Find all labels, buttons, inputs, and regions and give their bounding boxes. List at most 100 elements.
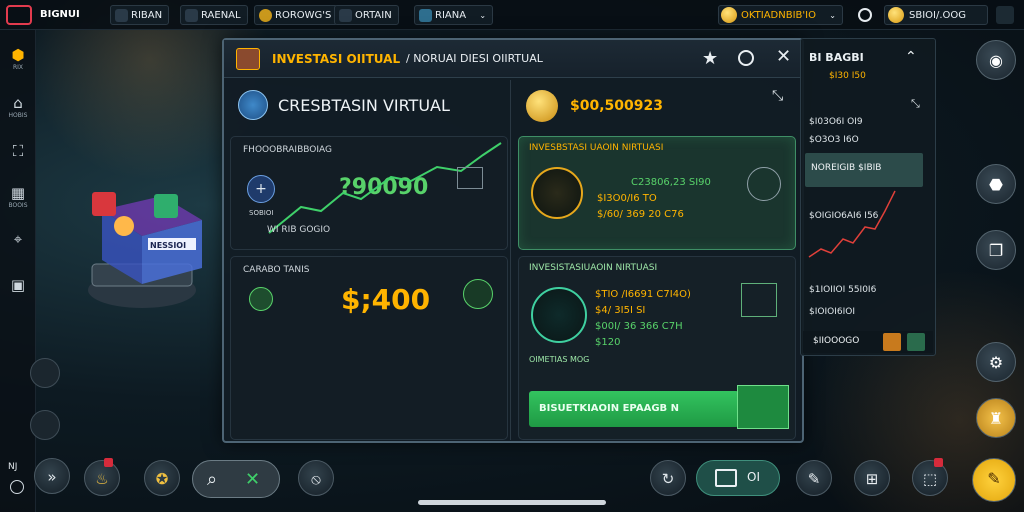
cube-illustration: NESSIOI <box>88 192 202 308</box>
clock-icon[interactable] <box>858 8 872 22</box>
bottom-item-3[interactable]: ⦸ <box>298 460 334 496</box>
fire-icon: ♨ <box>95 470 109 488</box>
side-row-4: $1IOIIOI 55I0I6 <box>809 285 877 295</box>
collapse-icon[interactable]: ⤡ <box>772 88 783 104</box>
topbar-item-riban[interactable]: RIBAN <box>110 5 170 25</box>
rail-item-wallet[interactable]: ▣ <box>6 276 30 306</box>
shield-small-button[interactable] <box>30 358 60 388</box>
side-trend-line <box>808 190 896 258</box>
bottom-item-4[interactable]: ↻ <box>650 460 686 496</box>
bottom-item-1[interactable]: ♨ <box>84 460 120 496</box>
invest-card-2-row-1: $TIO /I6691 C7I4O) <box>595 289 691 300</box>
cash-stack-icon <box>737 385 789 429</box>
lock-small-button[interactable] <box>30 410 60 440</box>
star-icon[interactable]: ★ <box>702 48 718 69</box>
topbar-item-raenal[interactable]: RAENAL <box>180 5 248 25</box>
side-highlight-row[interactable]: NOREIGIB $IBIB <box>805 153 923 187</box>
growth-card[interactable]: FHOOOBRAIBBOIAG + SOBIOI ?90090 WI RIB G… <box>230 136 508 250</box>
bottom-item-2[interactable]: ✪ <box>144 460 180 496</box>
rail-item-store[interactable]: ▦ BOOIS <box>6 184 30 214</box>
settings-button[interactable]: ⚙ <box>976 342 1016 382</box>
boost-icon[interactable] <box>883 333 901 351</box>
gems-display[interactable]: SBIOI/.OOG <box>884 5 988 25</box>
grid-icon <box>185 9 198 22</box>
topbar-item-ortain[interactable]: ORTAIN <box>334 5 399 25</box>
total-card-label: CARABO TANIS <box>243 265 310 275</box>
left-rail: ⬢ RIX ⌂ HOBIS ⛶ ▦ BOOIS ⌖ ▣ NJ <box>0 30 36 512</box>
expand-icon: ⛶ <box>12 142 24 160</box>
camera-button[interactable]: ◉ <box>976 40 1016 80</box>
gem-coin-icon <box>888 7 904 23</box>
topbar-item-riana[interactable]: RIANA ⌄ <box>414 5 494 25</box>
chevrons-icon: » <box>47 468 57 486</box>
cube-label: NESSIOI <box>150 241 186 250</box>
wallet-icon: ▣ <box>10 276 26 294</box>
top-bar: BIGNUI RIBAN RAENAL ROROWG'S ORTAIN RIAN… <box>0 0 1024 30</box>
total-card[interactable]: CARABO TANIS $;400 <box>230 256 508 440</box>
trophy-icon <box>339 9 352 22</box>
side-footer: $IIOOOGO <box>803 331 933 353</box>
bottom-item-5[interactable]: ✎ <box>796 460 832 496</box>
growth-card-foot: WI RIB GOGIO <box>267 225 331 235</box>
gold-coin-icon <box>721 7 737 23</box>
settings-icon[interactable] <box>738 50 754 66</box>
side-row-1: $I03O6I OI9 <box>809 117 863 127</box>
chevron-down-icon: ⌄ <box>479 11 487 20</box>
cart-icon[interactable] <box>907 333 925 351</box>
chat-pill[interactable]: OI <box>696 460 780 496</box>
bottom-item-6[interactable]: ⊞ <box>854 460 890 496</box>
copy-button[interactable]: ❐ <box>976 230 1016 270</box>
invest-card-2-row-3: $00I/ 36 366 C7H <box>595 321 683 332</box>
invest-card-2-title: INVESISTASIUAOIN NIRTUASI <box>529 263 658 273</box>
close-x-icon: ✕ <box>245 469 261 490</box>
app-logo-icon[interactable] <box>6 5 32 25</box>
notification-badge <box>934 458 943 467</box>
edit-icon: ✎ <box>807 470 821 488</box>
record-button[interactable]: ⬣ <box>976 164 1016 204</box>
menu-icon[interactable] <box>996 6 1014 24</box>
bottom-chevron-button[interactable]: » <box>34 458 70 494</box>
rail-item-shield[interactable]: ⬢ RIX <box>6 46 30 76</box>
chat-pill-label: OI <box>747 470 760 484</box>
chevron-up-icon[interactable]: ⌃ <box>905 49 917 65</box>
no-entry-icon: ⦸ <box>311 470 321 488</box>
invest-card-1-row-2: $I3O0/I6 TO <box>597 193 657 204</box>
shield-badge-icon <box>249 287 273 311</box>
box-icon <box>457 167 483 189</box>
invest-card-1[interactable]: INVESBSTASI UAOIN NIRTUASI C23806,23 SI9… <box>518 136 796 250</box>
rail-item-home[interactable]: ⌂ HOBIS <box>6 94 30 124</box>
side-title: BI BAGBI <box>809 51 864 64</box>
invest-card-2[interactable]: INVESISTASIUAOIN NIRTUASI $TIO /I6691 C7… <box>518 256 796 440</box>
voice-control-pill[interactable]: ⌕ ✕ <box>192 460 280 498</box>
column-divider <box>510 80 511 440</box>
globe-icon <box>238 90 268 120</box>
rail-item-bank[interactable]: ⌖ <box>6 230 30 260</box>
home-indicator[interactable] <box>418 500 606 505</box>
info-icon[interactable] <box>10 480 24 494</box>
microphone-icon: ⌕ <box>207 469 218 490</box>
panel-subtitle: / NORUAI DIESI OIIRTUAL <box>406 52 543 65</box>
gold-coin-icon <box>526 90 558 122</box>
side-row-5: $IOIOI6IOI <box>809 307 855 317</box>
invest-card-1-row-1: C23806,23 SI90 <box>631 177 711 188</box>
collapse-icon[interactable]: ⤡ <box>911 97 920 111</box>
invest-now-button[interactable]: BISUETKIAOIN EPAAGB N <box>529 391 739 427</box>
rail-item-expand[interactable]: ⛶ <box>6 142 30 172</box>
notification-badge <box>104 458 113 467</box>
close-icon[interactable]: ✕ <box>776 46 791 67</box>
camera-icon: ◉ <box>989 51 1003 70</box>
invest-card-2-row-2: $4/ 3I5I SI <box>595 305 646 316</box>
tasks-button[interactable]: ✎ <box>972 458 1016 502</box>
rank-button[interactable]: ♜ <box>976 398 1016 438</box>
investment-panel: INVESTASI OIITUAL / NORUAI DIESI OIIRTUA… <box>222 38 804 443</box>
topbar-item-rorowgs[interactable]: ROROWG'S <box>254 5 339 25</box>
panel-header: INVESTASI OIITUAL / NORUAI DIESI OIIRTUA… <box>224 40 802 78</box>
shuffle-icon <box>747 167 781 201</box>
chevron-down-icon: ⌄ <box>829 11 836 20</box>
shield-icon: ⬢ <box>11 46 25 64</box>
side-row-2: $O3O3 I6O <box>809 135 859 145</box>
rail-lower-label: NJ <box>8 462 18 472</box>
hourglass-icon <box>419 9 432 22</box>
balance-display[interactable]: OKTIADNBIB'IO ⌄ <box>718 5 843 25</box>
record-icon: ⬣ <box>989 175 1003 194</box>
